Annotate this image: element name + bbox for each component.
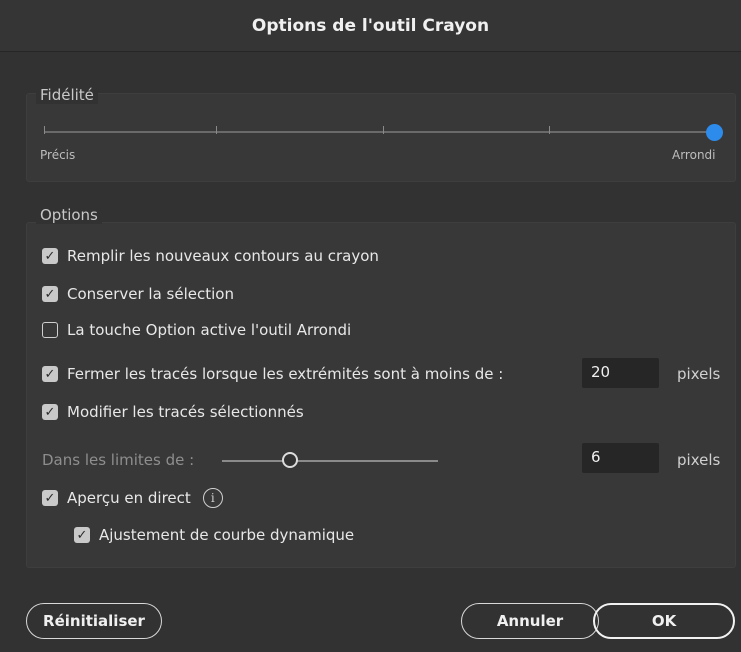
option-key-label: La touche Option active l'outil Arrondi bbox=[67, 321, 352, 339]
within-slider-track[interactable] bbox=[222, 460, 438, 462]
close-paths-label: Fermer les tracés lorsque les extrémités… bbox=[67, 365, 504, 383]
within-pixels-input[interactable]: 6 bbox=[582, 443, 659, 473]
keep-selected-label: Conserver la sélection bbox=[67, 285, 234, 303]
edit-selected-option[interactable]: ✓ Modifier les tracés sélectionnés bbox=[42, 403, 304, 421]
dialog-title: Options de l'outil Crayon bbox=[0, 0, 741, 52]
fidelity-min-label: Précis bbox=[40, 148, 76, 162]
fidelity-slider-track[interactable] bbox=[44, 131, 714, 133]
keep-selected-checkbox[interactable]: ✓ bbox=[42, 286, 58, 302]
options-panel bbox=[26, 222, 736, 568]
reset-button[interactable]: Réinitialiser bbox=[26, 603, 162, 639]
fidelity-panel bbox=[26, 93, 736, 182]
close-paths-option[interactable]: ✓ Fermer les tracés lorsque les extrémit… bbox=[42, 365, 503, 383]
within-label: Dans les limites de : bbox=[42, 451, 195, 469]
fill-new-label: Remplir les nouveaux contours au crayon bbox=[67, 247, 379, 265]
ok-button[interactable]: OK bbox=[593, 603, 735, 639]
fidelity-tick bbox=[216, 126, 217, 134]
fidelity-tick bbox=[44, 126, 45, 134]
options-legend: Options bbox=[36, 206, 102, 224]
fidelity-legend: Fidélité bbox=[36, 86, 98, 104]
cancel-button[interactable]: Annuler bbox=[461, 603, 599, 639]
keep-selected-option[interactable]: ✓ Conserver la sélection bbox=[42, 285, 234, 303]
fidelity-tick bbox=[549, 126, 550, 134]
close-paths-unit: pixels bbox=[677, 365, 721, 383]
live-preview-checkbox[interactable]: ✓ bbox=[42, 490, 58, 506]
fidelity-tick bbox=[383, 126, 384, 134]
within-unit: pixels bbox=[677, 451, 721, 469]
live-preview-label: Aperçu en direct bbox=[67, 489, 191, 507]
option-key-checkbox[interactable]: ✓ bbox=[42, 322, 58, 338]
edit-selected-checkbox[interactable]: ✓ bbox=[42, 404, 58, 420]
dynamic-curve-option[interactable]: ✓ Ajustement de courbe dynamique bbox=[74, 526, 354, 544]
fill-new-checkbox[interactable]: ✓ bbox=[42, 248, 58, 264]
edit-selected-label: Modifier les tracés sélectionnés bbox=[67, 403, 304, 421]
dynamic-curve-checkbox[interactable]: ✓ bbox=[74, 527, 90, 543]
option-key-option[interactable]: ✓ La touche Option active l'outil Arrond… bbox=[42, 321, 351, 339]
close-paths-distance-input[interactable]: 20 bbox=[582, 358, 659, 388]
fidelity-max-label: Arrondi bbox=[672, 148, 716, 162]
info-icon[interactable]: i bbox=[202, 488, 223, 508]
dynamic-curve-label: Ajustement de courbe dynamique bbox=[99, 526, 355, 544]
fill-new-option[interactable]: ✓ Remplir les nouveaux contours au crayo… bbox=[42, 247, 379, 265]
within-slider-thumb[interactable] bbox=[282, 452, 298, 468]
live-preview-option[interactable]: ✓ Aperçu en direct i bbox=[42, 488, 223, 508]
fidelity-slider-thumb[interactable] bbox=[706, 124, 723, 141]
close-paths-checkbox[interactable]: ✓ bbox=[42, 366, 58, 382]
